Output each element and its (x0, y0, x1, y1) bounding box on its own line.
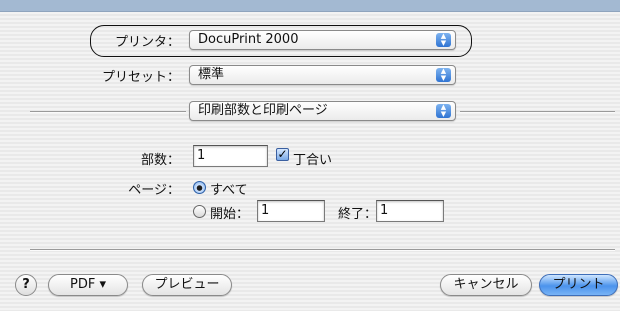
window-title-bar (0, 0, 620, 12)
up-down-arrows-icon: ▲ ▼ (436, 104, 451, 118)
pages-from-radio[interactable] (193, 205, 206, 218)
question-icon: ? (22, 277, 30, 292)
pages-to-field[interactable]: 1 (376, 200, 444, 222)
printer-popup[interactable]: DocuPrint 2000 ▲ ▼ (189, 30, 456, 50)
presets-value: 標準 (198, 67, 225, 82)
cancel-button[interactable]: キャンセル (440, 274, 532, 296)
bottom-separator (30, 249, 615, 251)
pages-from-label: 開始： (210, 207, 250, 222)
preview-button[interactable]: プレビュー (142, 274, 232, 296)
pages-all-label: すべて (210, 183, 248, 198)
presets-label: プリセット： (101, 70, 180, 85)
print-button[interactable]: プリント (539, 274, 618, 296)
copies-field[interactable]: 1 (193, 145, 268, 167)
pane-separator-right (460, 111, 615, 113)
pages-all-radio[interactable] (193, 181, 206, 194)
printer-value: DocuPrint 2000 (198, 32, 299, 47)
pages-label: ページ： (128, 183, 180, 198)
up-down-arrows-icon: ▲ ▼ (436, 33, 451, 47)
pane-separator-left (30, 111, 186, 113)
pages-from-field[interactable]: 1 (257, 200, 325, 222)
up-down-arrows-icon: ▲ ▼ (436, 68, 451, 82)
help-button[interactable]: ? (15, 274, 37, 296)
presets-popup[interactable]: 標準 ▲ ▼ (189, 65, 456, 85)
collate-checkbox[interactable]: ✓ (276, 148, 289, 161)
pane-value: 印刷部数と印刷ページ (198, 103, 328, 118)
printer-label: プリンタ： (114, 35, 180, 50)
copies-label: 部数： (140, 153, 180, 168)
checkmark-icon: ✓ (277, 147, 288, 161)
pages-to-label: 終了： (338, 207, 378, 222)
collate-label: 丁合い (293, 153, 333, 168)
pdf-button[interactable]: PDF ▾ (48, 274, 128, 296)
pane-popup[interactable]: 印刷部数と印刷ページ ▲ ▼ (189, 101, 456, 121)
